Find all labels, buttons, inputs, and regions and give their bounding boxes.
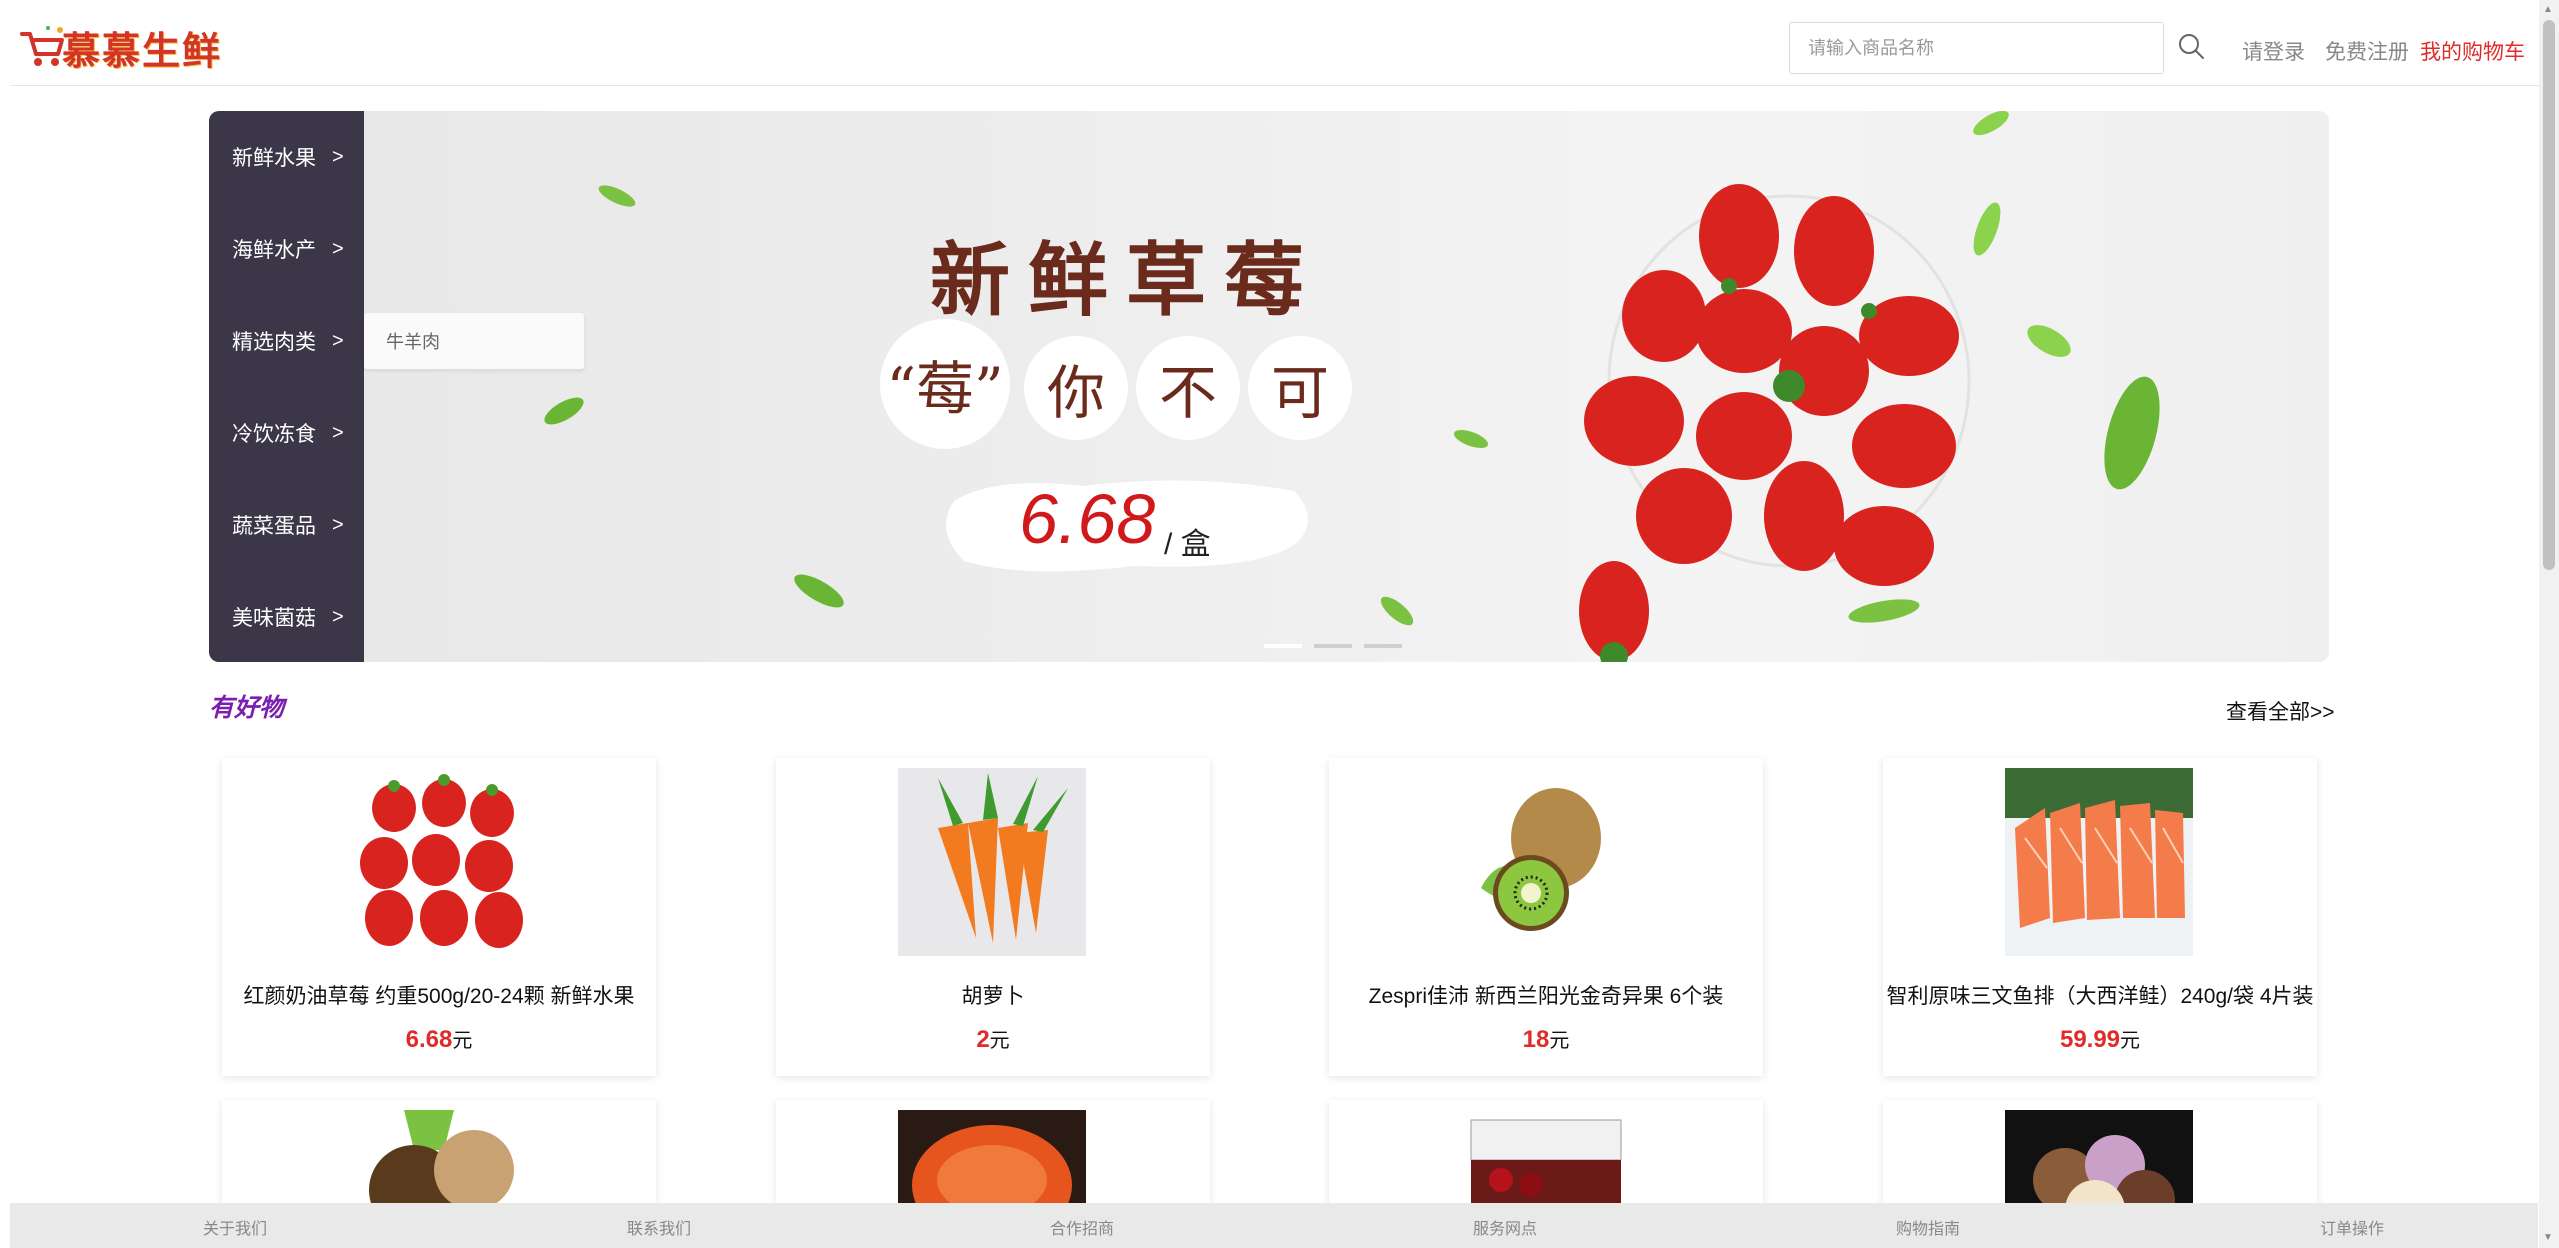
product-card[interactable]: 红颜奶油草莓 约重500g/20-24颗 新鲜水果 6.68元 [222, 758, 656, 1076]
carousel-dot-1[interactable] [1264, 644, 1302, 648]
logo-text: 慕慕生鲜 [62, 27, 223, 73]
category-seafood[interactable]: 海鲜水产 > [209, 219, 364, 279]
kiwi-image [1451, 768, 1639, 956]
category-fresh-fruit[interactable]: 新鲜水果 > [209, 127, 364, 187]
category-menu: 新鲜水果 > 海鲜水产 > 精选肉类 > 冷饮冻食 > 蔬菜蛋品 > 美味菌菇 … [209, 111, 364, 662]
carousel-dot-2[interactable] [1314, 644, 1352, 648]
chevron-right-icon: > [332, 513, 344, 536]
footer-link-guide[interactable]: 购物指南 [1896, 1215, 1960, 1239]
footer-link-business[interactable]: 合作招商 [1050, 1215, 1114, 1239]
product-card[interactable] [1883, 1100, 2317, 1248]
product-name: 红颜奶油草莓 约重500g/20-24颗 新鲜水果 [243, 985, 635, 1008]
chevron-right-icon: > [332, 145, 344, 168]
footer-link-about[interactable]: 关于我们 [203, 1215, 267, 1239]
search-icon[interactable] [2175, 30, 2209, 64]
chevron-right-icon: > [332, 421, 344, 444]
product-card[interactable]: 胡萝卜 2元 [776, 758, 1210, 1076]
price-currency: 元 [452, 1030, 473, 1052]
product-price: 59.99元 [1883, 1024, 2317, 1054]
product-name: 胡萝卜 [961, 985, 1025, 1008]
footer: 关于我们 联系我们 合作招商 服务网点 购物指南 订单操作 [10, 1203, 2538, 1248]
category-label: 精选肉类 [232, 331, 316, 354]
category-label: 冷饮冻食 [232, 423, 316, 446]
product-name: 智利原味三文鱼排（大西洋鲑）240g/袋 4片装 [1886, 985, 2314, 1008]
product-card[interactable] [1329, 1100, 1763, 1248]
section-title: 有好物 [209, 694, 285, 722]
register-link[interactable]: 免费注册 [2325, 36, 2409, 66]
slogan-circle: 可 [1248, 336, 1352, 440]
strawberry-image [344, 768, 532, 956]
category-label: 海鲜水产 [232, 239, 316, 262]
scrollbar-thumb[interactable] [2543, 20, 2555, 570]
scroll-up-icon[interactable]: ▲ [2543, 4, 2553, 15]
chevron-right-icon: > [332, 237, 344, 260]
header: 慕慕生鲜 请输入商品名称 请登录 免费注册 我的购物车 [10, 0, 2540, 86]
carrot-image [898, 768, 1086, 956]
banner-title: 新鲜草莓 [930, 233, 1322, 327]
carousel-dot-3[interactable] [1364, 644, 1402, 648]
price-value: 59.99 [2059, 1026, 2121, 1053]
price-currency: 元 [1549, 1030, 1570, 1052]
my-cart-link[interactable]: 我的购物车 [2420, 36, 2525, 66]
footer-link-service[interactable]: 服务网点 [1473, 1215, 1537, 1239]
price-value: 6.68 [405, 1026, 453, 1053]
product-price: 6.68元 [222, 1024, 656, 1054]
price-currency: 元 [2120, 1030, 2141, 1052]
scroll-down-icon[interactable]: ▼ [2543, 1232, 2553, 1243]
product-card[interactable]: 智利原味三文鱼排（大西洋鲑）240g/袋 4片装 59.99元 [1883, 758, 2317, 1076]
price-value: 2 [976, 1026, 990, 1053]
product-card[interactable]: Zespri佳沛 新西兰阳光金奇异果 6个装 18元 [1329, 758, 1763, 1076]
category-label: 新鲜水果 [232, 147, 316, 170]
slogan-circle: “莓” [880, 319, 1010, 449]
product-price: 2元 [776, 1024, 1210, 1054]
category-frozen[interactable]: 冷饮冻食 > [209, 403, 364, 463]
search-input[interactable]: 请输入商品名称 [1789, 22, 2164, 74]
product-price: 18元 [1329, 1024, 1763, 1054]
page: 慕慕生鲜 请输入商品名称 请登录 免费注册 我的购物车 新鲜水果 > 海鲜水产 … [0, 0, 2559, 1248]
view-all-link[interactable]: 查看全部>> [2226, 696, 2335, 726]
product-card[interactable] [776, 1100, 1210, 1248]
chevron-right-icon: > [332, 605, 344, 628]
banner-unit: / 盒 [1164, 528, 1211, 561]
slogan-circle: 你 [1024, 336, 1128, 440]
price-value: 18 [1522, 1026, 1550, 1053]
logo[interactable]: 慕慕生鲜 [18, 14, 230, 80]
category-mushrooms[interactable]: 美味菌菇 > [209, 587, 364, 647]
product-name: Zespri佳沛 新西兰阳光金奇异果 6个装 [1368, 985, 1724, 1008]
category-label: 蔬菜蛋品 [232, 515, 316, 538]
price-currency: 元 [989, 1030, 1010, 1052]
vertical-scrollbar[interactable]: ▲ ▼ [2539, 0, 2559, 1248]
slogan-circle: 不 [1136, 336, 1240, 440]
shopping-cart-logo-icon [20, 26, 64, 66]
product-card[interactable] [222, 1100, 656, 1248]
category-vegetables-eggs[interactable]: 蔬菜蛋品 > [209, 495, 364, 555]
footer-link-contact[interactable]: 联系我们 [627, 1215, 691, 1239]
banner-carousel[interactable]: 新鲜水果 > 海鲜水产 > 精选肉类 > 冷饮冻食 > 蔬菜蛋品 > 美味菌菇 … [209, 111, 2329, 662]
submenu-item-beef-mutton[interactable]: 牛羊肉 [364, 313, 584, 369]
salmon-image [2005, 768, 2193, 956]
banner-price: 6.68 [1019, 480, 1156, 558]
footer-link-orders[interactable]: 订单操作 [2320, 1215, 2384, 1239]
category-meat[interactable]: 精选肉类 > [209, 311, 364, 371]
strawberry-bowl-image [1579, 184, 1971, 662]
login-link[interactable]: 请登录 [2242, 36, 2305, 66]
category-label: 美味菌菇 [232, 607, 316, 630]
chevron-right-icon: > [332, 329, 344, 352]
